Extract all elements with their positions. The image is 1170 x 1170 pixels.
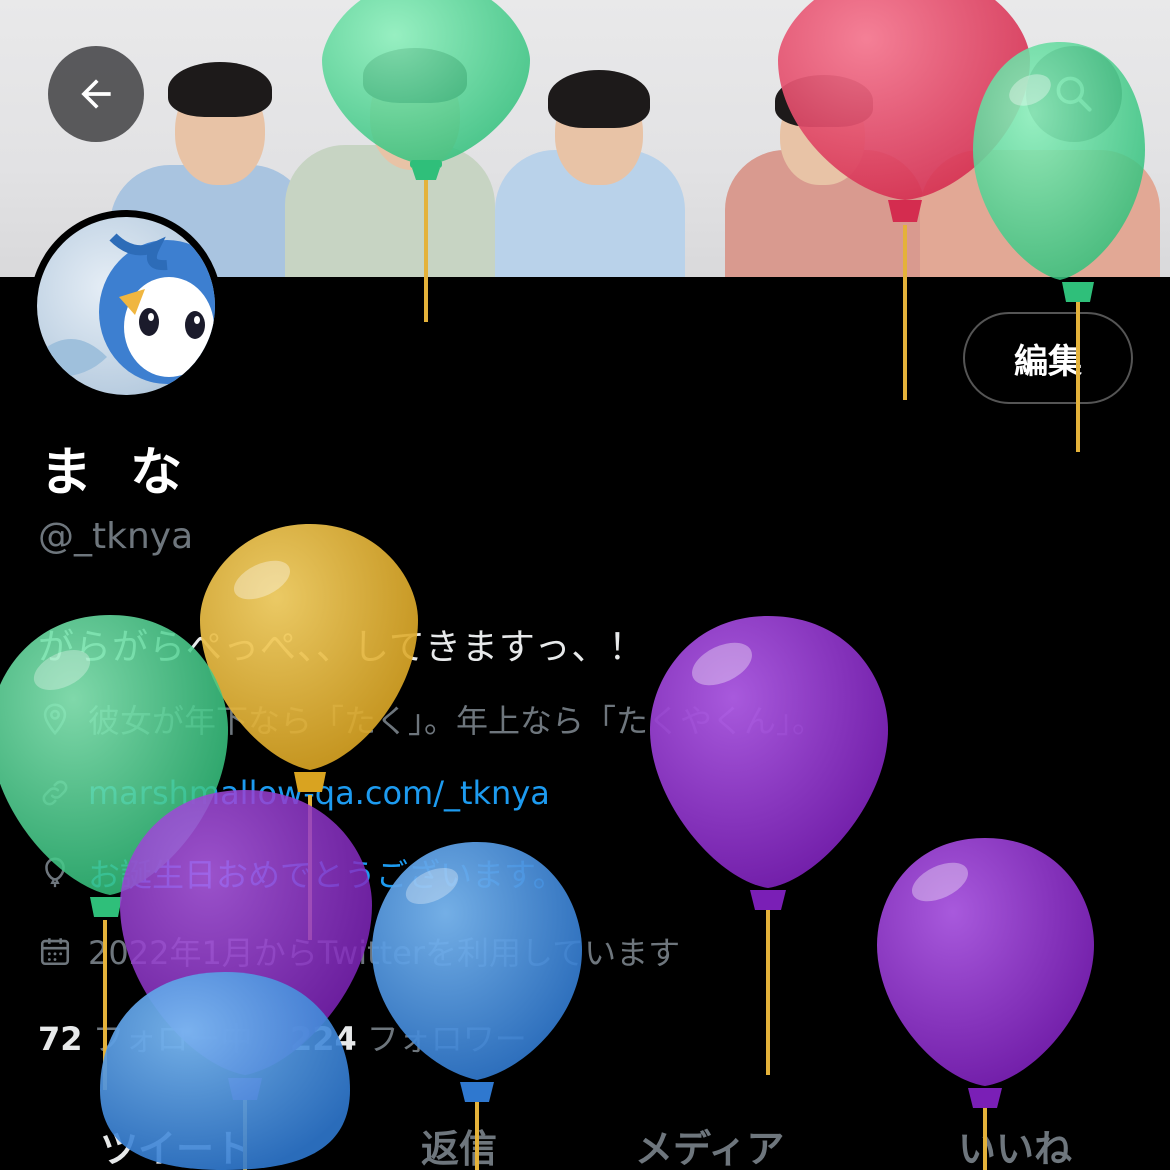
arrow-left-icon [81,79,111,109]
balloon-purple [120,790,372,1170]
tab-replies[interactable]: 返信 [421,1118,497,1170]
balloon-icon [45,857,65,888]
following-count: 72 [38,1020,83,1058]
search-icon [1056,76,1092,112]
profile-website: marshmallow-qa.com/_tknya [38,774,550,812]
profile-name: ま な [40,443,193,503]
tab-likes[interactable]: いいね [958,1118,1072,1170]
edit-profile-button[interactable]: 編集 [963,312,1133,404]
following-link[interactable]: 72 フォロー中 [38,1014,253,1060]
avatar[interactable] [30,210,222,402]
followers-count: 224 [290,1020,357,1058]
search-button[interactable] [1026,46,1122,142]
following-label: フォロー中 [92,1020,253,1058]
balloon-purple [650,616,888,1075]
website-link[interactable]: marshmallow-qa.com/_tknya [88,774,550,812]
joined-text: 2022年1月からTwitterを利用しています [88,934,681,972]
link-icon [42,780,68,806]
tab-media[interactable]: メディア [635,1118,784,1170]
profile-joined: 2022年1月からTwitterを利用しています [38,928,680,974]
birthday-text[interactable]: お誕生日おめでとうございます。 [88,850,565,896]
profile-birthday: お誕生日おめでとうございます。 [38,850,565,896]
tab-tweets[interactable]: ツイート [100,1118,252,1170]
calendar-icon [40,938,70,966]
profile-bio: がらがらぺっぺ、、してきますっ、！ [38,627,646,668]
avatar-image [37,217,215,395]
followers-label: フォロワー [366,1020,527,1058]
location-pin-icon [43,703,67,736]
followers-link[interactable]: 224 フォロワー [290,1014,527,1060]
location-text: 彼女が年下なら「たく」。年上なら「たくやくん」。 [88,702,825,740]
back-button[interactable] [48,46,144,142]
profile-location: 彼女が年下なら「たく」。年上なら「たくやくん」。 [38,696,824,742]
profile-handle: @_tknya [38,516,194,557]
